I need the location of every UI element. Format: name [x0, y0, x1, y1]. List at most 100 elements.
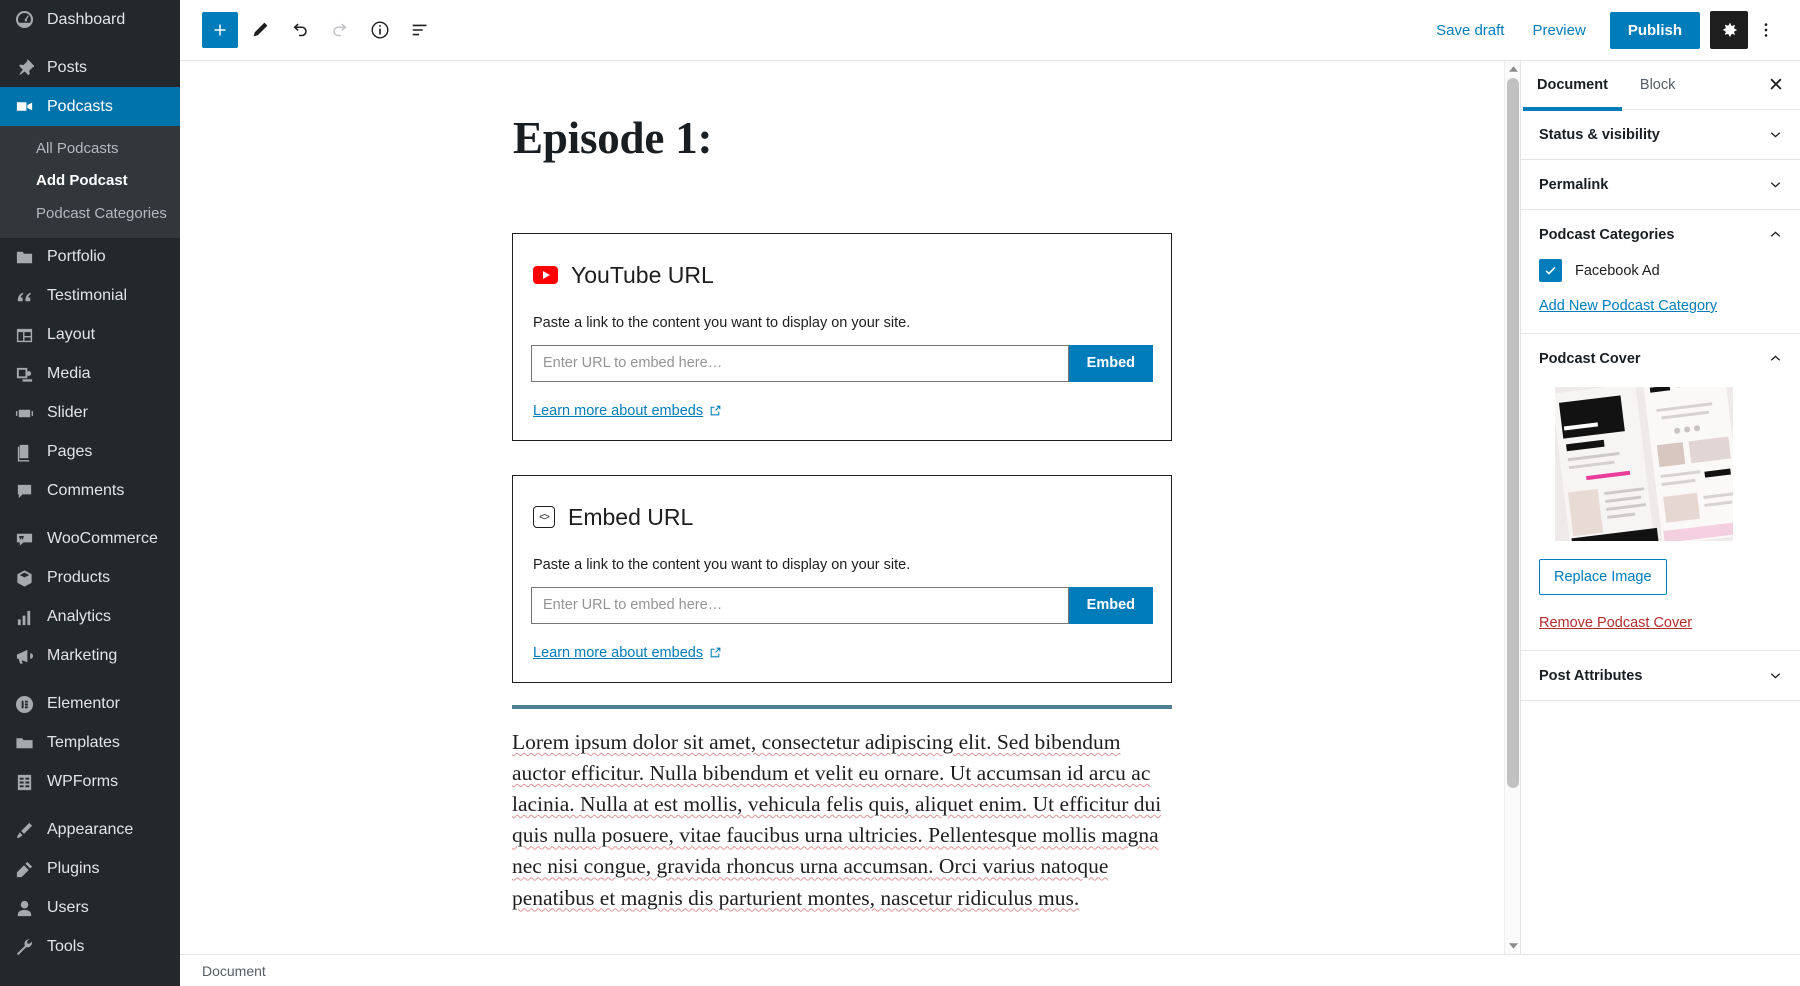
- panel-header[interactable]: Podcast Categories: [1521, 210, 1800, 259]
- replace-image-button[interactable]: Replace Image: [1539, 559, 1667, 595]
- tab-document[interactable]: Document: [1521, 61, 1624, 111]
- sidebar-item-products[interactable]: Products: [0, 559, 180, 598]
- embed-form: Embed: [531, 344, 1153, 382]
- podcasts-submenu: All Podcasts Add Podcast Podcast Categor…: [0, 126, 180, 238]
- more-options-button[interactable]: [1748, 12, 1784, 48]
- sidebar-item-label: Slider: [47, 404, 88, 422]
- redo-arrow-icon: [333, 23, 347, 37]
- block-title: YouTube URL: [571, 261, 714, 288]
- settings-toggle-button[interactable]: [1710, 11, 1748, 49]
- sidebar-item-wpforms[interactable]: WPForms: [0, 763, 180, 802]
- pages-icon: [12, 441, 36, 463]
- youtube-url-input[interactable]: [531, 344, 1069, 382]
- sidebar-item-portfolio[interactable]: Portfolio: [0, 238, 180, 277]
- preview-button[interactable]: Preview: [1518, 14, 1599, 47]
- sidebar-item-label: Analytics: [47, 608, 112, 626]
- redo-button[interactable]: [322, 12, 358, 48]
- add-new-podcast-category-link[interactable]: Add New Podcast Category: [1539, 298, 1717, 314]
- editor-header: Save draft Preview Publish: [180, 0, 1800, 61]
- marketing-icon: [12, 645, 36, 667]
- sidebar-item-podcasts[interactable]: Podcasts: [0, 87, 180, 126]
- wpforms-icon: [12, 771, 36, 793]
- add-block-button[interactable]: [202, 12, 238, 48]
- publish-button[interactable]: Publish: [1609, 11, 1700, 49]
- comments-icon: [12, 480, 36, 502]
- details-button[interactable]: [362, 12, 398, 48]
- sidebar-item-label: WooCommerce: [47, 530, 158, 548]
- undo-button[interactable]: [282, 12, 318, 48]
- panel-header[interactable]: Post Attributes: [1521, 651, 1800, 700]
- chevron-down-icon: [1508, 943, 1518, 949]
- scroll-up-button[interactable]: [1505, 61, 1520, 78]
- checkbox-checked-icon[interactable]: [1539, 259, 1562, 282]
- generic-embed-block[interactable]: <> Embed URL Paste a link to the content…: [512, 474, 1172, 683]
- youtube-embed-block[interactable]: YouTube URL Paste a link to the content …: [512, 232, 1172, 441]
- paragraph-block[interactable]: Lorem ipsum dolor sit amet, consectetur …: [512, 727, 1172, 914]
- panel-header[interactable]: Permalink: [1521, 160, 1800, 209]
- panel-header[interactable]: Status & visibility: [1521, 110, 1800, 159]
- settings-tabs: Document Block ✕: [1521, 61, 1800, 111]
- sidebar-item-analytics[interactable]: Analytics: [0, 598, 180, 637]
- submenu-item-podcast-categories[interactable]: Podcast Categories: [0, 198, 180, 230]
- panel-header[interactable]: Podcast Cover: [1521, 334, 1800, 383]
- edit-mode-button[interactable]: [242, 12, 278, 48]
- embed-url-input[interactable]: [531, 586, 1069, 624]
- scrollbar-thumb[interactable]: [1507, 78, 1519, 788]
- remove-podcast-cover-link[interactable]: Remove Podcast Cover: [1539, 615, 1692, 631]
- scroll-down-button[interactable]: [1505, 937, 1520, 954]
- sidebar-item-label: Media: [47, 365, 91, 383]
- post-title[interactable]: Episode 1:: [512, 113, 1172, 165]
- embed-code-icon: <>: [533, 506, 555, 529]
- submenu-item-add-podcast[interactable]: Add Podcast: [0, 165, 180, 197]
- sidebar-item-plugins[interactable]: Plugins: [0, 850, 180, 889]
- sidebar-item-layout[interactable]: Layout: [0, 316, 180, 355]
- learn-more-label: Learn more about embeds: [533, 402, 704, 419]
- podcast-cover-thumbnail[interactable]: [1555, 387, 1733, 541]
- submenu-item-all-podcasts[interactable]: All Podcasts: [0, 133, 180, 165]
- category-label: Facebook Ad: [1575, 262, 1660, 279]
- sidebar-item-woocommerce[interactable]: WooCommerce: [0, 520, 180, 559]
- save-draft-button[interactable]: Save draft: [1422, 14, 1518, 47]
- category-checkbox-row[interactable]: Facebook Ad: [1539, 259, 1782, 282]
- embed-form: Embed: [531, 586, 1153, 624]
- panel-content: Facebook Ad Add New Podcast Category: [1521, 259, 1800, 333]
- learn-more-embeds-link[interactable]: Learn more about embeds: [533, 403, 722, 419]
- close-sidebar-button[interactable]: ✕: [1758, 67, 1794, 103]
- list-view-button[interactable]: [402, 12, 438, 48]
- editor-main: Save draft Preview Publish Episode 1: Yo…: [180, 0, 1800, 986]
- embed-submit-button[interactable]: Embed: [1068, 586, 1153, 624]
- sidebar-item-testimonial[interactable]: Testimonial: [0, 277, 180, 316]
- sidebar-item-label: WPForms: [47, 773, 119, 791]
- status-bar-label[interactable]: Document: [202, 963, 266, 979]
- sidebar-item-pages[interactable]: Pages: [0, 433, 180, 472]
- sidebar-item-users[interactable]: Users: [0, 889, 180, 928]
- products-icon: [12, 567, 36, 589]
- sidebar-item-tools[interactable]: Tools: [0, 928, 180, 967]
- gear-icon: [1723, 23, 1737, 37]
- tab-block[interactable]: Block: [1624, 61, 1691, 110]
- external-link-icon: [710, 647, 721, 658]
- panel-title: Podcast Categories: [1539, 226, 1675, 243]
- info-icon: [371, 21, 389, 39]
- sidebar-item-label: Marketing: [47, 647, 118, 665]
- sidebar-item-dashboard[interactable]: Dashboard: [0, 0, 180, 39]
- sidebar-item-comments[interactable]: Comments: [0, 472, 180, 511]
- slider-icon: [12, 402, 36, 424]
- sidebar-item-posts[interactable]: Posts: [0, 48, 180, 87]
- sidebar-item-templates[interactable]: Templates: [0, 724, 180, 763]
- canvas-scrollbar[interactable]: [1504, 61, 1520, 954]
- learn-more-embeds-link[interactable]: Learn more about embeds: [533, 645, 722, 661]
- sidebar-item-media[interactable]: Media: [0, 355, 180, 394]
- sidebar-item-slider[interactable]: Slider: [0, 394, 180, 433]
- sidebar-item-marketing[interactable]: Marketing: [0, 637, 180, 676]
- layout-icon: [12, 324, 36, 346]
- sidebar-item-elementor[interactable]: Elementor: [0, 685, 180, 724]
- sidebar-item-appearance[interactable]: Appearance: [0, 811, 180, 850]
- separator-block[interactable]: [512, 704, 1172, 709]
- panel-title: Permalink: [1539, 176, 1609, 193]
- youtube-icon: [533, 266, 558, 285]
- editor-actions: Save draft Preview Publish: [1422, 11, 1800, 49]
- wordpress-block-editor: Dashboard Posts Podcasts All Podcasts Ad…: [0, 0, 1800, 986]
- youtube-embed-submit-button[interactable]: Embed: [1068, 344, 1153, 382]
- block-header: YouTube URL: [533, 262, 1153, 289]
